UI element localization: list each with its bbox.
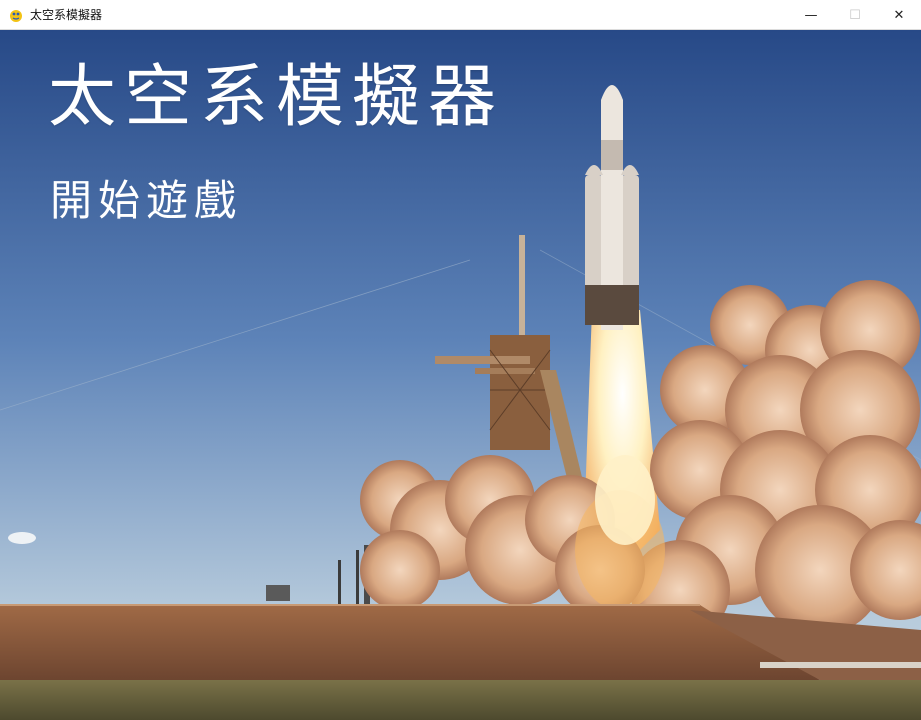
maximize-button[interactable]: ☐ — [833, 0, 877, 30]
window-title: 太空系模擬器 — [30, 8, 103, 22]
start-game-button[interactable]: 開始遊戲 — [50, 180, 242, 222]
window-controls: — ☐ ✕ — [789, 0, 921, 30]
title-bar[interactable]: 太空系模擬器 — ☐ ✕ — [0, 0, 921, 30]
game-title: 太空系模擬器 — [48, 58, 505, 137]
game-canvas[interactable]: 太空系模擬器 開始遊戲 — [0, 30, 921, 720]
pygame-snake-icon — [10, 9, 22, 22]
minimize-button[interactable]: — — [789, 0, 833, 30]
close-button[interactable]: ✕ — [877, 0, 921, 30]
app-window: 太空系模擬器 — ☐ ✕ 太空系模擬器 開始遊戲 — [0, 0, 921, 720]
